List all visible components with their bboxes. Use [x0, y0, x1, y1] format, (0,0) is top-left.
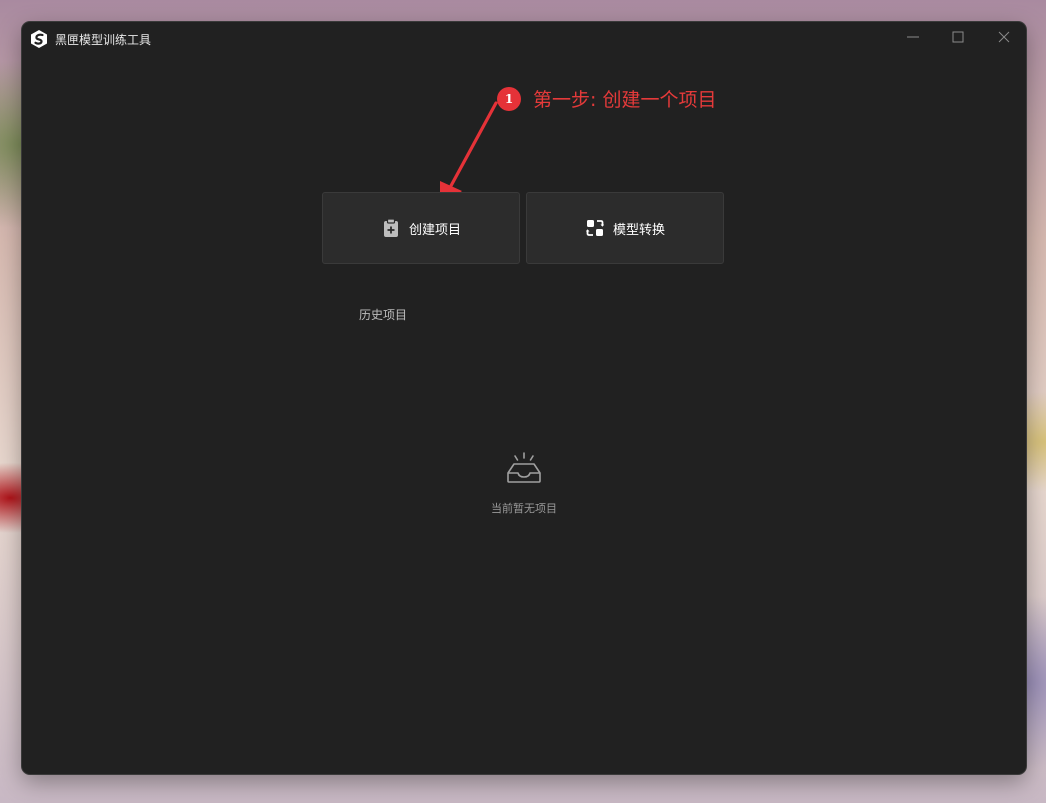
app-window: 黑匣模型训练工具 1 第一步: 创建一个项目 创建项目 模型转换 历史项目 当前… — [22, 22, 1026, 774]
annotation-step-badge: 1 — [497, 87, 521, 111]
close-icon — [998, 31, 1010, 43]
maximize-button[interactable] — [946, 27, 970, 47]
window-title: 黑匣模型训练工具 — [55, 33, 152, 47]
title-bar[interactable]: 黑匣模型训练工具 — [22, 22, 1026, 56]
maximize-icon — [952, 31, 964, 43]
create-project-label: 创建项目 — [408, 222, 461, 238]
empty-inbox-icon — [507, 452, 541, 483]
annotation-step-text: 第一步: 创建一个项目 — [533, 89, 717, 111]
convert-icon — [585, 218, 605, 238]
model-convert-label: 模型转换 — [612, 222, 665, 238]
minimize-icon — [907, 36, 919, 38]
history-projects-heading: 历史项目 — [359, 308, 408, 322]
empty-projects-message: 当前暂无项目 — [491, 502, 557, 515]
annotation-arrow-icon — [440, 101, 498, 207]
app-logo-icon — [31, 30, 47, 48]
create-project-button[interactable]: 创建项目 — [322, 192, 520, 264]
minimize-button[interactable] — [901, 27, 925, 47]
close-button[interactable] — [992, 27, 1016, 47]
model-convert-button[interactable]: 模型转换 — [526, 192, 724, 264]
clipboard-add-icon — [381, 218, 401, 238]
